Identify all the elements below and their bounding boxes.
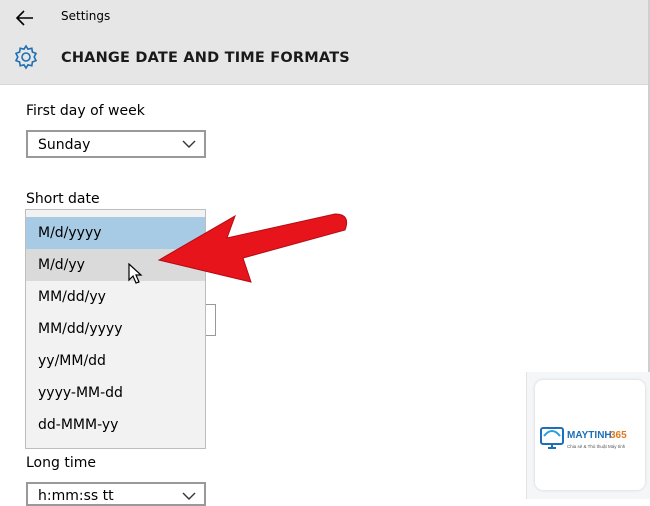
short-date-option[interactable]: yyyy-MM-dd [26, 377, 205, 409]
short-date-option[interactable]: dd-MMM-yy [26, 409, 205, 441]
title-bar: Settings [0, 0, 650, 36]
svg-text:Chia sẻ & Thủ thuật Máy tính: Chia sẻ & Thủ thuật Máy tính [567, 443, 626, 449]
logo-badge: MAYTINH 365 Chia sẻ & Thủ thuật Máy tính [535, 380, 645, 490]
long-time-value: h:mm:ss tt [38, 488, 114, 504]
chevron-down-icon [182, 140, 196, 148]
page-title: CHANGE DATE AND TIME FORMATS [61, 50, 350, 66]
short-date-option[interactable]: MM/dd/yyyy [26, 313, 205, 345]
back-arrow-icon[interactable] [14, 8, 36, 28]
short-date-label: Short date [26, 191, 100, 207]
app-title: Settings [61, 9, 111, 23]
first-day-value: Sunday [38, 137, 91, 153]
first-day-label: First day of week [26, 103, 145, 119]
svg-text:365: 365 [610, 430, 627, 441]
svg-text:MAYTINH: MAYTINH [567, 430, 612, 441]
watermark-logo: MAYTINH 365 Chia sẻ & Thủ thuật Máy tính [526, 372, 650, 499]
hidden-combo-edge [206, 304, 216, 336]
first-day-select[interactable]: Sunday [26, 130, 206, 158]
page-header: CHANGE DATE AND TIME FORMATS [0, 36, 650, 85]
red-arrow-annotation [157, 213, 348, 283]
gear-icon [14, 44, 38, 70]
short-date-option[interactable]: yy/MM/dd [26, 345, 205, 377]
mouse-cursor-icon [128, 263, 143, 284]
monitor-logo-icon: MAYTINH 365 Chia sẻ & Thủ thuật Máy tính [540, 427, 627, 449]
long-time-label: Long time [26, 455, 96, 471]
long-time-select[interactable]: h:mm:ss tt [26, 482, 206, 506]
chevron-down-icon [182, 492, 196, 500]
